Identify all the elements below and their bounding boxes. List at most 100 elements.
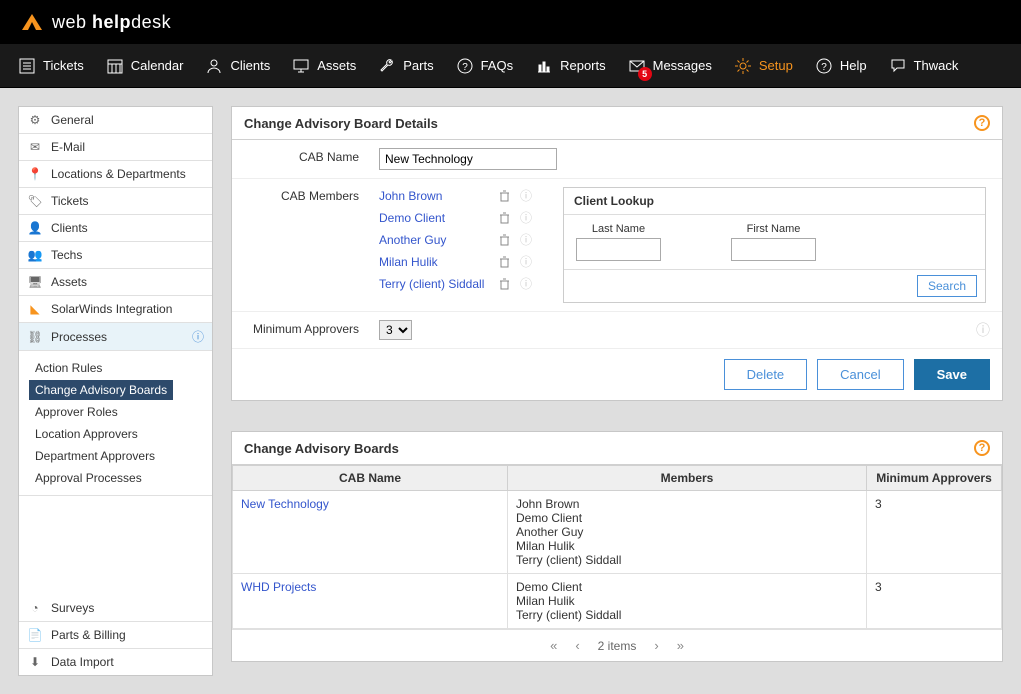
save-button[interactable]: Save — [914, 359, 990, 390]
label-cab-name: CAB Name — [232, 140, 367, 178]
cab-name-input[interactable] — [379, 148, 557, 170]
trash-icon[interactable] — [497, 278, 511, 290]
client-lookup-box: Client Lookup Last Name First Name — [563, 187, 986, 303]
lookup-last-name-input[interactable] — [576, 238, 661, 261]
info-icon[interactable]: ⓘ — [519, 209, 533, 226]
user-icon — [205, 57, 223, 75]
trash-icon[interactable] — [497, 212, 511, 224]
sidebar-item-label: SolarWinds Integration — [51, 302, 172, 316]
menu-tickets[interactable]: Tickets — [18, 57, 84, 75]
info-icon[interactable]: ⓘ — [519, 187, 533, 204]
sub-department-approvers[interactable]: Department Approvers — [29, 446, 161, 466]
cancel-button[interactable]: Cancel — [817, 359, 903, 390]
sidebar-item-general[interactable]: ⚙General — [19, 107, 212, 134]
app-logo: web helpdesk — [20, 12, 171, 33]
cab-name-link[interactable]: New Technology — [233, 491, 508, 574]
trash-icon[interactable] — [497, 256, 511, 268]
info-icon[interactable]: ⓘ — [519, 231, 533, 248]
sidebar-item-label: Techs — [51, 248, 82, 262]
col-members: Members — [508, 466, 867, 491]
sidebar-item-label: E-Mail — [51, 140, 85, 154]
panel-title: Change Advisory Boards — [244, 441, 399, 456]
member-link[interactable]: Terry (client) Siddall — [379, 277, 489, 291]
sidebar-item-assets[interactable]: 🖥Assets — [19, 269, 212, 296]
chart-icon — [535, 57, 553, 75]
info-icon[interactable]: ⓘ — [519, 275, 533, 292]
cab-list-panel: Change Advisory Boards ? CAB Name Member… — [231, 431, 1003, 662]
button-bar: Delete Cancel Save — [232, 349, 1002, 400]
cab-members-cell: John BrownDemo ClientAnother GuyMilan Hu… — [508, 491, 867, 574]
sub-action-rules[interactable]: Action Rules — [29, 358, 108, 378]
sub-change-advisory-boards[interactable]: Change Advisory Boards — [29, 380, 173, 400]
sidebar-item-locations[interactable]: 📍Locations & Departments — [19, 161, 212, 188]
help-icon[interactable]: ? — [974, 115, 990, 131]
menu-reports[interactable]: Reports — [535, 57, 606, 75]
panel-header: Change Advisory Board Details ? — [232, 107, 1002, 140]
pager-next-icon[interactable]: › — [654, 638, 658, 653]
trash-icon[interactable] — [497, 190, 511, 202]
help-circle-icon: ? — [815, 57, 833, 75]
member-link[interactable]: Demo Client — [379, 211, 489, 225]
menu-label: Tickets — [43, 58, 84, 73]
menu-parts[interactable]: Parts — [378, 57, 433, 75]
pin-icon: 📍 — [27, 166, 43, 182]
trash-icon[interactable] — [497, 234, 511, 246]
sidebar-item-label: Processes — [51, 330, 107, 344]
member-link[interactable]: John Brown — [379, 189, 489, 203]
lookup-title: Client Lookup — [564, 188, 985, 215]
info-icon[interactable]: ⓘ — [519, 253, 533, 270]
label-cab-members: CAB Members — [232, 179, 367, 311]
menu-thwack[interactable]: Thwack — [889, 57, 959, 75]
info-icon[interactable]: ⓘ — [976, 320, 990, 340]
sub-approval-processes[interactable]: Approval Processes — [29, 468, 148, 488]
menu-help[interactable]: ? Help — [815, 57, 867, 75]
lookup-last-name-label: Last Name — [592, 223, 645, 235]
sub-location-approvers[interactable]: Location Approvers — [29, 424, 144, 444]
sidebar-item-solarwinds[interactable]: ◣ SolarWinds Integration — [19, 296, 212, 323]
sidebar-item-email[interactable]: ✉E-Mail — [19, 134, 212, 161]
solarwinds-icon: ◣ — [27, 301, 43, 317]
sidebar-item-data-import[interactable]: ⬇Data Import — [19, 649, 212, 675]
gear-icon — [734, 57, 752, 75]
pager-first-icon[interactable]: « — [550, 638, 557, 653]
lookup-search-button[interactable]: Search — [917, 275, 977, 297]
cab-min-cell: 3 — [867, 491, 1002, 574]
row-min-approvers: Minimum Approvers 3 ⓘ — [232, 312, 1002, 349]
wrench-icon — [378, 57, 396, 75]
member-link[interactable]: Milan Hulik — [379, 255, 489, 269]
pager-prev-icon[interactable]: ‹ — [575, 638, 579, 653]
info-icon[interactable]: ⓘ — [192, 328, 204, 345]
sidebar-item-techs[interactable]: 👥 Techs — [19, 242, 212, 269]
row-cab-name: CAB Name — [232, 140, 1002, 179]
document-icon: 📄 — [27, 627, 43, 643]
pager-last-icon[interactable]: » — [677, 638, 684, 653]
menu-label: Assets — [317, 58, 356, 73]
users-icon: 👥 — [27, 247, 43, 263]
min-approvers-select[interactable]: 3 — [379, 320, 412, 340]
member-link[interactable]: Another Guy — [379, 233, 489, 247]
menu-clients[interactable]: Clients — [205, 57, 270, 75]
help-icon[interactable]: ? — [974, 440, 990, 456]
col-cab-name: CAB Name — [233, 466, 508, 491]
menu-label: Calendar — [131, 58, 184, 73]
svg-text:?: ? — [821, 62, 827, 73]
member-row: Milan Hulik ⓘ — [379, 253, 533, 270]
monitor-icon — [292, 57, 310, 75]
menu-calendar[interactable]: Calendar — [106, 57, 184, 75]
member-row: Demo Client ⓘ — [379, 209, 533, 226]
sidebar-item-processes[interactable]: ⛓Processesⓘ — [19, 323, 212, 351]
cab-name-link[interactable]: WHD Projects — [233, 574, 508, 629]
menu-setup[interactable]: Setup — [734, 57, 793, 75]
pie-icon: ◔ — [27, 600, 43, 616]
menu-faqs[interactable]: ? FAQs — [456, 57, 514, 75]
delete-button[interactable]: Delete — [724, 359, 808, 390]
menu-label: Clients — [230, 58, 270, 73]
sidebar-item-surveys[interactable]: ◔Surveys — [19, 595, 212, 622]
sidebar-item-clients[interactable]: 👤Clients — [19, 215, 212, 242]
members-list: John BrownⓘDemo ClientⓘAnother GuyⓘMilan… — [379, 187, 533, 303]
sidebar-item-tickets[interactable]: 🏷Tickets — [19, 188, 212, 215]
menu-assets[interactable]: Assets — [292, 57, 356, 75]
menu-messages[interactable]: 5 Messages — [628, 57, 712, 75]
sub-approver-roles[interactable]: Approver Roles — [29, 402, 124, 422]
lookup-first-name-input[interactable] — [731, 238, 816, 261]
